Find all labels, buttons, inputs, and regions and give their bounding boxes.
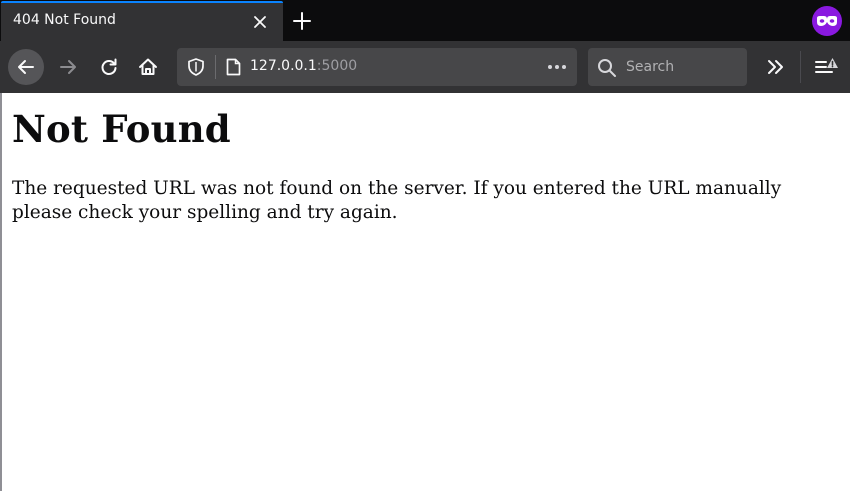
back-arrow-icon: [16, 57, 36, 77]
plus-icon: [293, 12, 311, 30]
search-bar[interactable]: [588, 48, 747, 86]
reload-icon: [99, 57, 119, 77]
home-button[interactable]: [130, 49, 166, 85]
hamburger-menu-icon: [813, 56, 839, 78]
page-actions-button[interactable]: [543, 54, 571, 80]
chevron-double-right-icon: [767, 59, 785, 75]
private-browsing-indicator: [812, 6, 842, 36]
private-browsing-icon: [816, 15, 838, 27]
home-icon: [138, 57, 158, 77]
back-button[interactable]: [8, 49, 44, 85]
more-dots-icon: [547, 64, 567, 70]
page-icon: [226, 58, 241, 76]
reload-button[interactable]: [91, 49, 127, 85]
nav-toolbar: 127.0.0.1:5000: [0, 41, 850, 93]
url-host: 127.0.0.1: [250, 58, 317, 74]
url-divider: [215, 55, 216, 79]
tab-strip: 404 Not Found: [0, 0, 850, 41]
toolbar-separator: [800, 51, 801, 83]
page-title: Not Found: [12, 107, 231, 151]
close-tab-button[interactable]: [247, 9, 273, 35]
tab-title: 404 Not Found: [13, 12, 116, 28]
error-message: The requested URL was not found on the s…: [12, 178, 782, 223]
new-tab-button[interactable]: [288, 7, 316, 35]
tracking-protection-button[interactable]: [183, 54, 209, 80]
page-content: Not Found The requested URL was not foun…: [0, 93, 850, 491]
toolbar-overflow-button[interactable]: [758, 49, 794, 85]
shield-icon: [188, 58, 204, 76]
site-identity-button[interactable]: [221, 54, 245, 80]
forward-arrow-icon: [58, 57, 78, 77]
url-bar[interactable]: 127.0.0.1:5000: [177, 48, 577, 86]
app-menu-button[interactable]: [808, 49, 844, 85]
forward-button[interactable]: [50, 49, 86, 85]
url-port: :5000: [316, 58, 358, 74]
search-input[interactable]: [626, 48, 741, 86]
search-icon: [596, 57, 618, 79]
close-icon: [253, 15, 267, 29]
url-text[interactable]: 127.0.0.1:5000: [250, 58, 357, 74]
tab-404[interactable]: 404 Not Found: [1, 1, 283, 41]
